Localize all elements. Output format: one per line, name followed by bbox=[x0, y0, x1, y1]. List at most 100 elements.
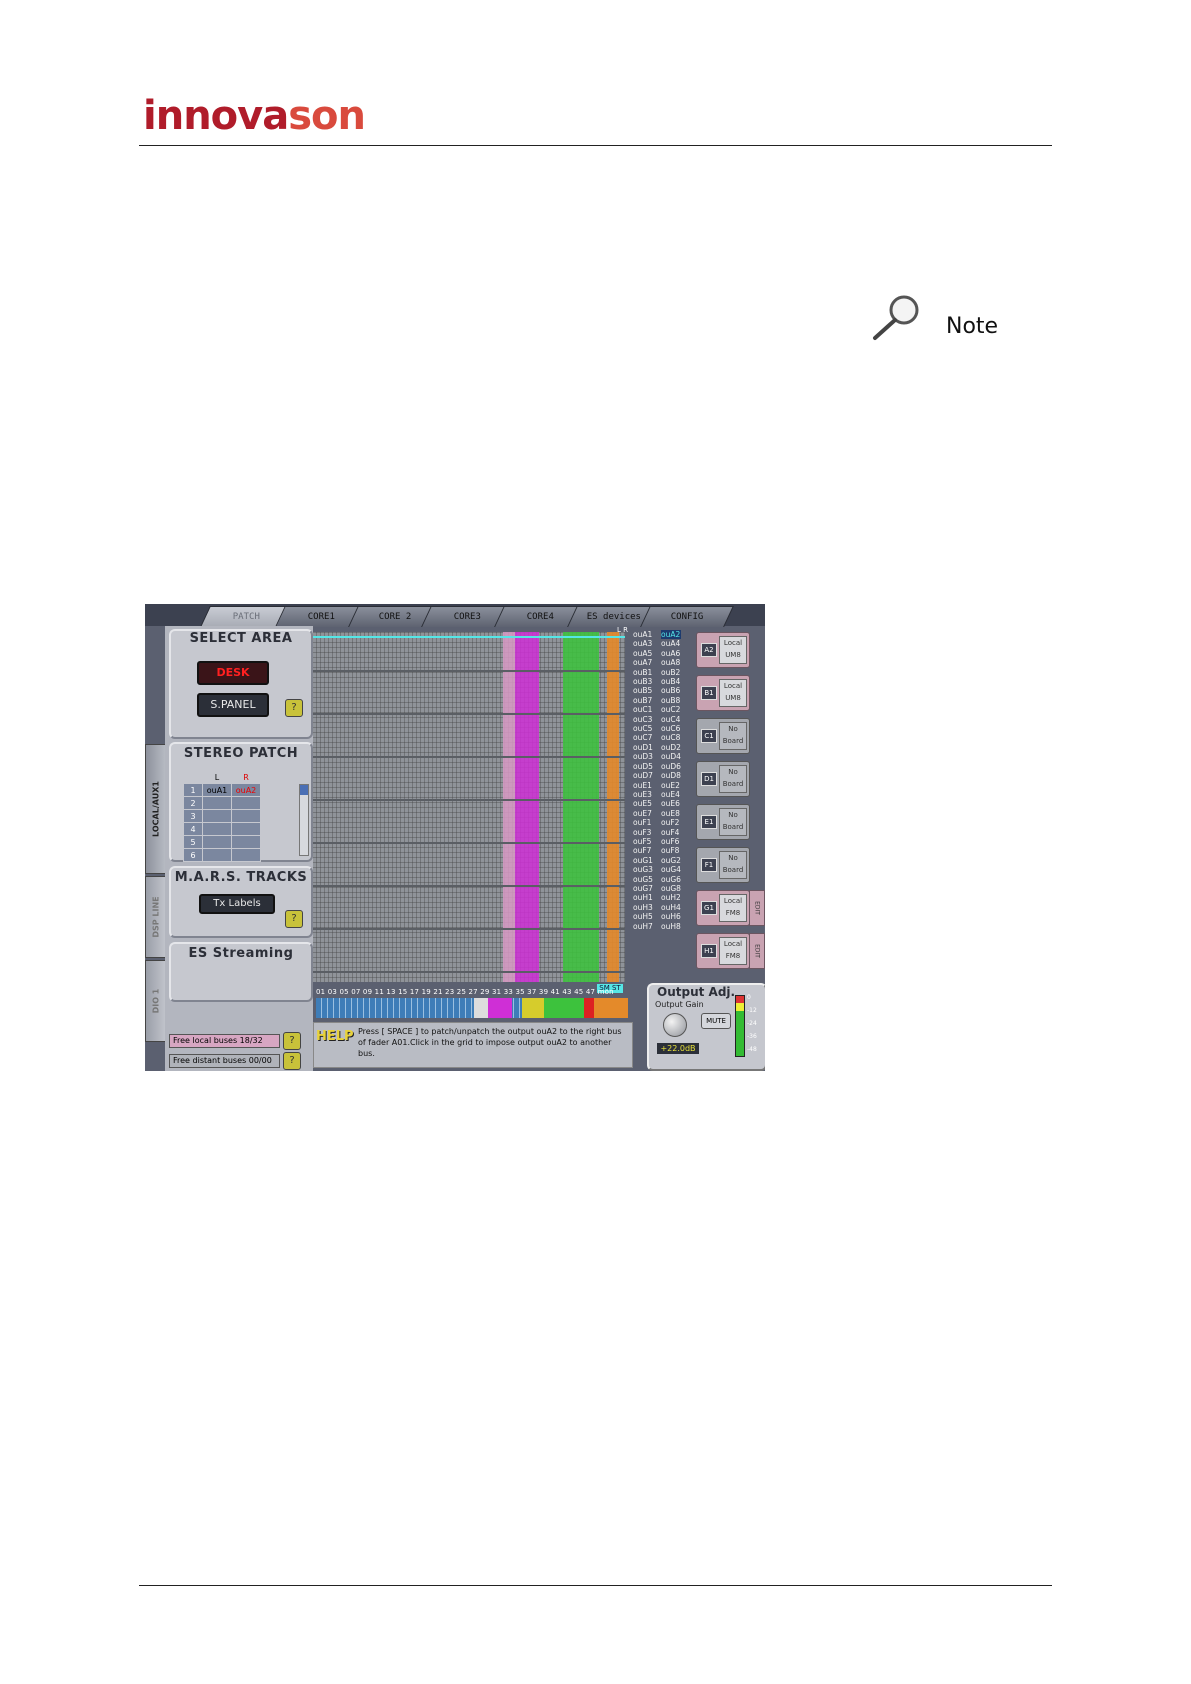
board-slot[interactable]: G1 Local FM8 bbox=[696, 890, 750, 926]
output-label[interactable]: ouB7 bbox=[633, 696, 653, 705]
output-label[interactable]: ouC2 bbox=[661, 705, 681, 714]
edit-button[interactable]: EDIT bbox=[749, 933, 765, 969]
output-label[interactable]: ouA4 bbox=[661, 639, 681, 648]
output-label[interactable]: ouD3 bbox=[633, 752, 653, 761]
output-label[interactable]: ouF1 bbox=[633, 818, 653, 827]
output-label[interactable]: ouH3 bbox=[633, 903, 653, 912]
board-description: No Board bbox=[719, 808, 747, 836]
note-label: Note bbox=[946, 314, 999, 339]
output-label[interactable]: ouF4 bbox=[661, 828, 681, 837]
output-label[interactable]: ouF8 bbox=[661, 846, 681, 855]
output-label[interactable]: ouD4 bbox=[661, 752, 681, 761]
output-label[interactable]: ouC3 bbox=[633, 715, 653, 724]
table-row[interactable]: 6 bbox=[183, 848, 261, 862]
output-label[interactable]: ouA8 bbox=[661, 658, 681, 667]
output-label[interactable]: ouF6 bbox=[661, 837, 681, 846]
output-label[interactable]: ouC4 bbox=[661, 715, 681, 724]
output-label[interactable]: ouH5 bbox=[633, 912, 653, 921]
side-tab-dio1[interactable]: DIO 1 bbox=[145, 960, 167, 1042]
output-label[interactable]: ouC8 bbox=[661, 733, 681, 742]
board-slot[interactable]: A2 Local UM8 bbox=[696, 632, 750, 668]
output-label[interactable]: ouB4 bbox=[661, 677, 681, 686]
output-label[interactable]: ouE1 bbox=[633, 781, 653, 790]
output-label[interactable]: ouD6 bbox=[661, 762, 681, 771]
output-label[interactable]: ouD5 bbox=[633, 762, 653, 771]
output-label[interactable]: ouB6 bbox=[661, 686, 681, 695]
fader-strip[interactable] bbox=[316, 998, 628, 1018]
side-tab-local-aux1[interactable]: LOCAL/AUX1 bbox=[145, 744, 167, 874]
output-label[interactable]: ouC5 bbox=[633, 724, 653, 733]
output-label[interactable]: ouD1 bbox=[633, 743, 653, 752]
table-row[interactable]: 3 bbox=[183, 809, 261, 823]
output-label[interactable]: ouC6 bbox=[661, 724, 681, 733]
output-label[interactable]: ouH4 bbox=[661, 903, 681, 912]
output-label[interactable]: ouG8 bbox=[661, 884, 681, 893]
output-label[interactable]: ouE5 bbox=[633, 799, 653, 808]
mute-button[interactable]: MUTE bbox=[701, 1013, 731, 1029]
board-slot[interactable]: H1 Local FM8 bbox=[696, 933, 750, 969]
stereo-patch-scrollbar[interactable] bbox=[299, 784, 309, 856]
output-label[interactable]: ouE4 bbox=[661, 790, 681, 799]
output-label[interactable]: ouE6 bbox=[661, 799, 681, 808]
output-label[interactable]: ouA5 bbox=[633, 649, 653, 658]
spanel-button[interactable]: S.PANEL bbox=[197, 693, 269, 717]
output-label[interactable]: ouE8 bbox=[661, 809, 681, 818]
output-label[interactable]: ouF7 bbox=[633, 846, 653, 855]
output-label[interactable]: ouA7 bbox=[633, 658, 653, 667]
output-label[interactable]: ouA3 bbox=[633, 639, 653, 648]
table-row[interactable]: 2 bbox=[183, 796, 261, 810]
table-row[interactable]: 4 bbox=[183, 822, 261, 836]
side-tab-dsp-line[interactable]: DSP LINE bbox=[145, 876, 167, 958]
desk-button[interactable]: DESK bbox=[197, 661, 269, 685]
output-label[interactable]: ouG3 bbox=[633, 865, 653, 874]
board-slot[interactable]: D1 No Board bbox=[696, 761, 750, 797]
output-label[interactable]: ouD2 bbox=[661, 743, 681, 752]
output-label[interactable]: ouA1 bbox=[633, 630, 653, 639]
output-label[interactable]: ouG7 bbox=[633, 884, 653, 893]
distant-buses-help-button[interactable]: ? bbox=[283, 1052, 301, 1070]
output-label[interactable]: ouE3 bbox=[633, 790, 653, 799]
output-label[interactable]: ouC7 bbox=[633, 733, 653, 742]
output-label[interactable]: ouA6 bbox=[661, 649, 681, 658]
output-label[interactable]: ouB1 bbox=[633, 668, 653, 677]
output-label[interactable]: ouD7 bbox=[633, 771, 653, 780]
output-label[interactable]: ouG4 bbox=[661, 865, 681, 874]
stereo-patch-table: L R 1 ouA1 ouA2 2 3 4 5 6 bbox=[183, 770, 261, 862]
tx-labels-button[interactable]: Tx Labels bbox=[199, 894, 275, 914]
local-buses-help-button[interactable]: ? bbox=[283, 1032, 301, 1050]
output-label[interactable]: ouB3 bbox=[633, 677, 653, 686]
output-label[interactable]: ouE7 bbox=[633, 809, 653, 818]
output-label[interactable]: ouG5 bbox=[633, 875, 653, 884]
board-slot[interactable]: C1 No Board bbox=[696, 718, 750, 754]
output-label[interactable]: ouF5 bbox=[633, 837, 653, 846]
stereo-patch-title: STEREO PATCH bbox=[183, 746, 299, 761]
output-label[interactable]: ouG1 bbox=[633, 856, 653, 865]
output-label[interactable]: ouH6 bbox=[661, 912, 681, 921]
output-label[interactable]: ouF3 bbox=[633, 828, 653, 837]
patch-grid[interactable] bbox=[313, 632, 625, 982]
mars-help-button[interactable]: ? bbox=[285, 910, 303, 928]
output-label[interactable]: ouB8 bbox=[661, 696, 681, 705]
board-slot[interactable]: B1 Local UM8 bbox=[696, 675, 750, 711]
table-row[interactable]: 1 ouA1 ouA2 bbox=[183, 783, 261, 797]
board-slot[interactable]: F1 No Board bbox=[696, 847, 750, 883]
output-label[interactable]: ouG6 bbox=[661, 875, 681, 884]
table-row[interactable]: 5 bbox=[183, 835, 261, 849]
output-label[interactable]: ouH1 bbox=[633, 893, 653, 902]
tab-config[interactable]: CONFIG bbox=[640, 606, 734, 627]
output-label[interactable]: ouH2 bbox=[661, 893, 681, 902]
select-area-help-button[interactable]: ? bbox=[285, 699, 303, 717]
output-label[interactable]: ouE2 bbox=[661, 781, 681, 790]
output-label[interactable]: ouA2 bbox=[661, 630, 681, 640]
output-gain-knob[interactable] bbox=[663, 1013, 687, 1037]
output-label[interactable]: ouH8 bbox=[661, 922, 681, 931]
output-label[interactable]: ouB2 bbox=[661, 668, 681, 677]
output-label[interactable]: ouD8 bbox=[661, 771, 681, 780]
board-slot[interactable]: E1 No Board bbox=[696, 804, 750, 840]
edit-button[interactable]: EDIT bbox=[749, 890, 765, 926]
output-label[interactable]: ouH7 bbox=[633, 922, 653, 931]
output-label[interactable]: ouG2 bbox=[661, 856, 681, 865]
output-label[interactable]: ouF2 bbox=[661, 818, 681, 827]
output-label[interactable]: ouC1 bbox=[633, 705, 653, 714]
output-label[interactable]: ouB5 bbox=[633, 686, 653, 695]
